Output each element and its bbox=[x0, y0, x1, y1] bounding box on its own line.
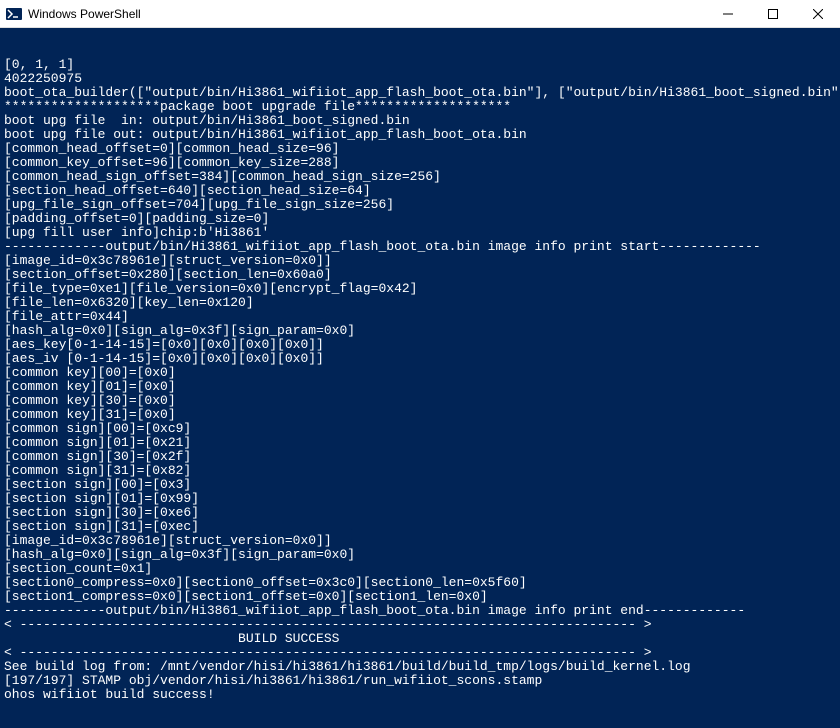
title-left: Windows PowerShell bbox=[6, 6, 141, 22]
terminal-line: [common sign][01]=[0x21] bbox=[4, 436, 836, 450]
terminal-line: boot_ota_builder(["output/bin/Hi3861_wif… bbox=[4, 86, 836, 100]
terminal-line: BUILD SUCCESS bbox=[4, 632, 836, 646]
terminal-output[interactable]: [0, 1, 1]4022250975boot_ota_builder(["ou… bbox=[0, 28, 840, 728]
powershell-icon bbox=[6, 6, 22, 22]
terminal-line: ********************package boot upgrade… bbox=[4, 100, 836, 114]
close-button[interactable] bbox=[795, 0, 840, 28]
terminal-line: [image_id=0x3c78961e][struct_version=0x0… bbox=[4, 534, 836, 548]
window-controls bbox=[705, 0, 840, 27]
terminal-line: [common_key_offset=96][common_key_size=2… bbox=[4, 156, 836, 170]
terminal-line: < --------------------------------------… bbox=[4, 646, 836, 660]
terminal-line: [common key][31]=[0x0] bbox=[4, 408, 836, 422]
terminal-line: [file_type=0xe1][file_version=0x0][encry… bbox=[4, 282, 836, 296]
terminal-line: -------------output/bin/Hi3861_wifiiot_a… bbox=[4, 240, 836, 254]
title-bar: Windows PowerShell bbox=[0, 0, 840, 28]
terminal-line: boot upg file out: output/bin/Hi3861_wif… bbox=[4, 128, 836, 142]
terminal-line: [section1_compress=0x0][section1_offset=… bbox=[4, 590, 836, 604]
minimize-button[interactable] bbox=[705, 0, 750, 28]
terminal-line: [common sign][30]=[0x2f] bbox=[4, 450, 836, 464]
terminal-line: [section_count=0x1] bbox=[4, 562, 836, 576]
maximize-button[interactable] bbox=[750, 0, 795, 28]
terminal-line: [file_attr=0x44] bbox=[4, 310, 836, 324]
terminal-line: [common key][01]=[0x0] bbox=[4, 380, 836, 394]
terminal-line: [image_id=0x3c78961e][struct_version=0x0… bbox=[4, 254, 836, 268]
terminal-line: boot upg file in: output/bin/Hi3861_boot… bbox=[4, 114, 836, 128]
terminal-line: [hash_alg=0x0][sign_alg=0x3f][sign_param… bbox=[4, 324, 836, 338]
terminal-line: ohos wifiiot build success! bbox=[4, 688, 836, 702]
terminal-line: [common sign][00]=[0xc9] bbox=[4, 422, 836, 436]
terminal-line: See build log from: /mnt/vendor/hisi/hi3… bbox=[4, 660, 836, 674]
terminal-line: [common_head_sign_offset=384][common_hea… bbox=[4, 170, 836, 184]
terminal-line: [197/197] STAMP obj/vendor/hisi/hi3861/h… bbox=[4, 674, 836, 688]
terminal-line: [aes_key[0-1-14-15]=[0x0][0x0][0x0][0x0]… bbox=[4, 338, 836, 352]
terminal-line: [section sign][01]=[0x99] bbox=[4, 492, 836, 506]
terminal-line: [upg_file_sign_offset=704][upg_file_sign… bbox=[4, 198, 836, 212]
terminal-line: [common key][00]=[0x0] bbox=[4, 366, 836, 380]
terminal-line: [section sign][00]=[0x3] bbox=[4, 478, 836, 492]
terminal-line: < --------------------------------------… bbox=[4, 618, 836, 632]
terminal-line: [section0_compress=0x0][section0_offset=… bbox=[4, 576, 836, 590]
terminal-line: [section sign][31]=[0xec] bbox=[4, 520, 836, 534]
terminal-line: [hash_alg=0x0][sign_alg=0x3f][sign_param… bbox=[4, 548, 836, 562]
terminal-line: [section sign][30]=[0xe6] bbox=[4, 506, 836, 520]
window-title: Windows PowerShell bbox=[28, 7, 141, 21]
terminal-line: 4022250975 bbox=[4, 72, 836, 86]
terminal-lines: [0, 1, 1]4022250975boot_ota_builder(["ou… bbox=[4, 58, 836, 702]
terminal-line: [upg fill user info]chip:b'Hi3861' bbox=[4, 226, 836, 240]
terminal-line: [common_head_offset=0][common_head_size=… bbox=[4, 142, 836, 156]
terminal-line: [0, 1, 1] bbox=[4, 58, 836, 72]
terminal-line: [common sign][31]=[0x82] bbox=[4, 464, 836, 478]
terminal-line: [file_len=0x6320][key_len=0x120] bbox=[4, 296, 836, 310]
terminal-line: [section_head_offset=640][section_head_s… bbox=[4, 184, 836, 198]
terminal-line: -------------output/bin/Hi3861_wifiiot_a… bbox=[4, 604, 836, 618]
terminal-line: [common key][30]=[0x0] bbox=[4, 394, 836, 408]
terminal-line: [section_offset=0x280][section_len=0x60a… bbox=[4, 268, 836, 282]
terminal-line: [aes_iv [0-1-14-15]=[0x0][0x0][0x0][0x0]… bbox=[4, 352, 836, 366]
terminal-line: [padding_offset=0][padding_size=0] bbox=[4, 212, 836, 226]
